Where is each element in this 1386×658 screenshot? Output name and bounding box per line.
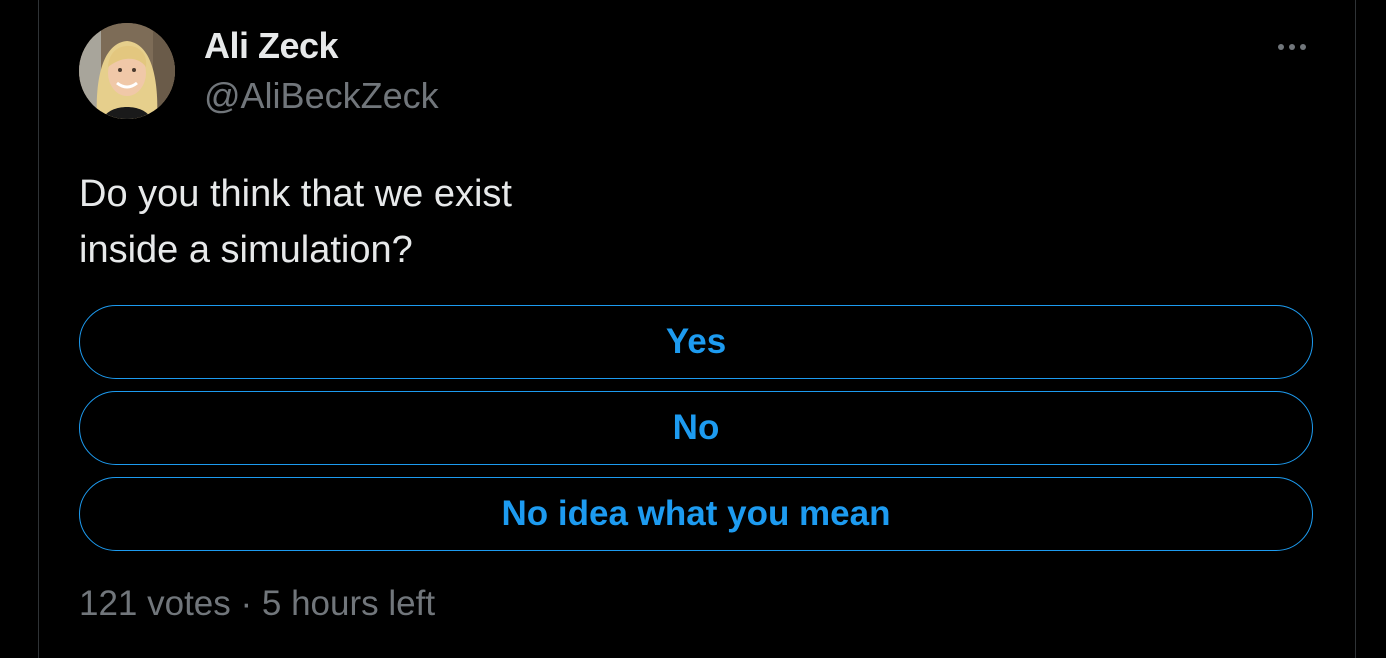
more-horizontal-icon[interactable]: [1268, 30, 1316, 64]
poll-option-no-idea[interactable]: No idea what you mean: [79, 477, 1313, 551]
avatar[interactable]: [79, 23, 175, 119]
poll-meta: 121 votes · 5 hours left: [79, 584, 435, 624]
poll-option-no[interactable]: No: [79, 391, 1313, 465]
avatar-image: [79, 23, 175, 119]
more-dot: [1278, 44, 1284, 50]
tweet-text-line: Do you think that we exist: [79, 173, 512, 215]
author-handle[interactable]: @AliBeckZeck: [204, 75, 439, 117]
poll-time-left: 5 hours left: [261, 584, 436, 623]
tweet-text: Do you think that we exist inside a simu…: [79, 166, 512, 278]
more-dot: [1300, 44, 1306, 50]
poll-vote-count: 121 votes: [79, 584, 231, 623]
tweet-text-line: inside a simulation?: [79, 229, 413, 271]
poll-meta-separator: ·: [240, 584, 253, 623]
author-display-name[interactable]: Ali Zeck: [204, 25, 339, 67]
poll-option-yes[interactable]: Yes: [79, 305, 1313, 379]
more-dot: [1289, 44, 1295, 50]
